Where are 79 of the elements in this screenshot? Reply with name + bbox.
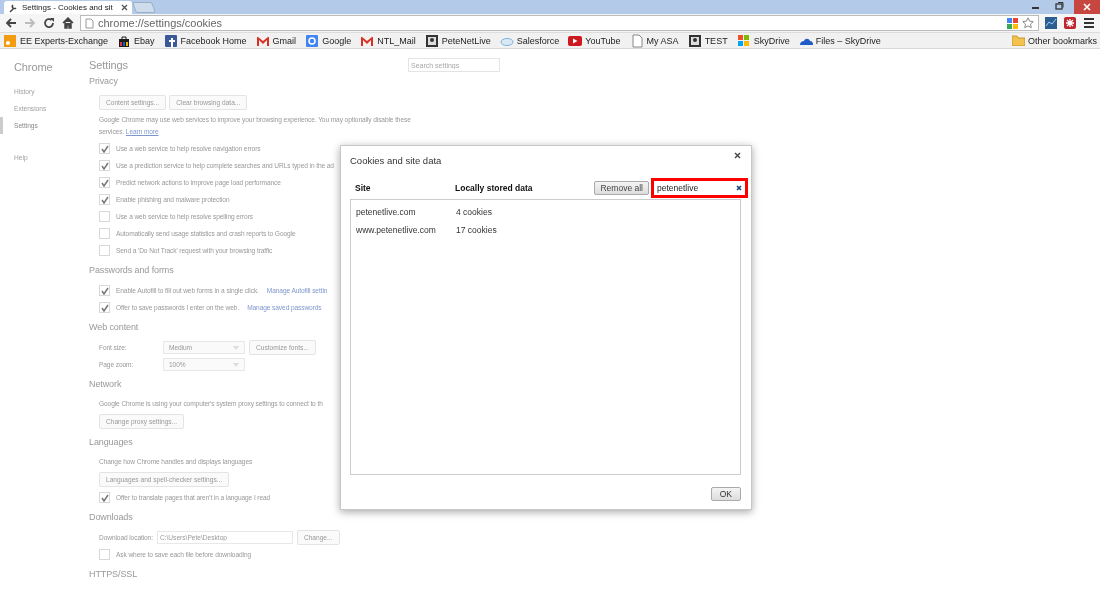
- checkbox[interactable]: [99, 492, 110, 503]
- close-icon: [1083, 3, 1091, 11]
- bookmark-link[interactable]: NTL_Mail: [360, 33, 416, 48]
- ok-button[interactable]: OK: [710, 487, 741, 501]
- checkbox[interactable]: [99, 177, 110, 188]
- page-icon: [85, 17, 94, 29]
- column-header: Site: [355, 183, 372, 193]
- section-heading: Languages: [89, 437, 134, 449]
- remove-all-button[interactable]: Remove all: [594, 181, 649, 195]
- play-icon: [568, 33, 583, 48]
- forward-icon: [24, 17, 36, 29]
- restore-icon: [1054, 2, 1064, 10]
- back-button[interactable]: [4, 16, 18, 30]
- section-heading: Privacy: [89, 76, 119, 88]
- address-bar[interactable]: chrome://settings/cookies: [80, 15, 1039, 31]
- bookmark-link[interactable]: EE Experts-Exchange: [3, 33, 109, 48]
- dialog-title: Cookies and site data: [350, 155, 442, 166]
- browser-tab[interactable]: Settings - Cookies and sit: [4, 1, 132, 14]
- star-icon: [1022, 17, 1034, 29]
- bookmark-link[interactable]: My ASA: [629, 33, 679, 48]
- stored-data: 4 cookies: [456, 207, 492, 217]
- list-row[interactable]: petenetlive.com 4 cookies: [351, 203, 740, 221]
- close-button[interactable]: [734, 151, 741, 160]
- app-title: Chrome: [13, 61, 54, 73]
- site-name: www.petenetlive.com: [356, 225, 437, 235]
- page-title: Settings: [89, 59, 128, 71]
- bookmark-link[interactable]: YouTube: [568, 33, 621, 48]
- section-heading: Passwords and forms: [89, 265, 175, 277]
- chart-icon: [1045, 17, 1057, 29]
- check-icon: [100, 493, 109, 502]
- square-icon: [163, 33, 178, 48]
- reload-icon: [43, 17, 55, 29]
- section-heading: HTTPS/SSL: [89, 569, 139, 581]
- list-row[interactable]: www.petenetlive.com 17 cookies: [351, 221, 740, 239]
- site-name: petenetlive.com: [356, 207, 417, 217]
- close-icon: [734, 152, 741, 159]
- bookmark-link[interactable]: Ebay: [117, 33, 155, 48]
- close-icon: [121, 4, 128, 11]
- square-icon: [3, 33, 17, 48]
- checkbox[interactable]: [99, 194, 110, 205]
- extension-icon: [1064, 17, 1076, 29]
- section-heading: Downloads: [89, 512, 134, 524]
- chart-button[interactable]: [1044, 16, 1058, 30]
- checkbox[interactable]: [99, 302, 110, 313]
- bag-icon: [117, 33, 132, 48]
- folder-icon: [1011, 35, 1025, 46]
- search-field[interactable]: petenetlive: [651, 178, 748, 198]
- extension-button[interactable]: [1063, 16, 1077, 30]
- bookmark-link[interactable]: Files – SkyDrive: [798, 33, 881, 48]
- flag-icon: [736, 33, 751, 48]
- section-heading: Web content: [89, 322, 140, 334]
- close-button[interactable]: [1074, 0, 1100, 14]
- wrench-icon: [8, 2, 18, 13]
- section-heading: Network: [89, 379, 123, 391]
- bookmark-link[interactable]: Gmail: [255, 33, 297, 48]
- home-button[interactable]: [61, 16, 75, 30]
- caret-icon: [233, 362, 239, 367]
- checkbox[interactable]: [99, 160, 110, 171]
- bookmark-link[interactable]: Salesforce: [499, 33, 560, 48]
- bookmark-link[interactable]: Google: [305, 33, 352, 48]
- clear-button[interactable]: [736, 185, 742, 191]
- checkbox[interactable]: [99, 143, 110, 154]
- caret-icon: [233, 345, 239, 350]
- bookmark-link[interactable]: Facebook Home: [163, 33, 247, 48]
- column-header: Locally stored data: [455, 183, 534, 193]
- menu-button[interactable]: [1082, 16, 1096, 30]
- reload-button[interactable]: [42, 16, 56, 30]
- close-icon: [736, 185, 742, 191]
- grid-icon: [1007, 17, 1018, 29]
- checkbox[interactable]: [99, 285, 110, 296]
- back-icon: [5, 17, 17, 29]
- menu-icon: [1083, 17, 1095, 29]
- square-icon: [305, 33, 320, 48]
- stored-data: 17 cookies: [456, 225, 497, 235]
- bookmark-link[interactable]: PeteNetLive: [424, 33, 491, 48]
- home-icon: [62, 17, 74, 29]
- bookmark-link[interactable]: SkyDrive: [736, 33, 790, 48]
- bookmark-link[interactable]: TEST: [687, 33, 728, 48]
- bookmark-folder[interactable]: Other bookmarks: [1011, 35, 1097, 46]
